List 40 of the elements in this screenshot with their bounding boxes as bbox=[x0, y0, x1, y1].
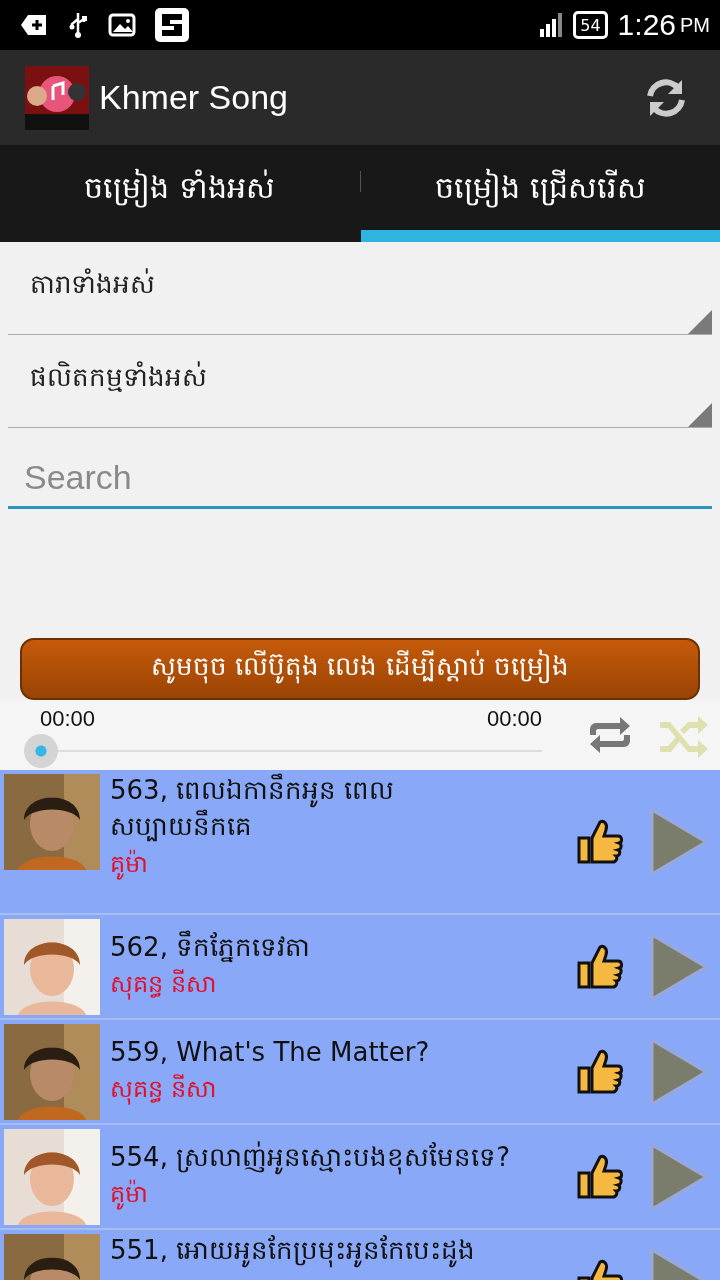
dropdown[interactable]: តារាទាំងអស់ bbox=[8, 242, 712, 335]
clock-time: 1:26 bbox=[617, 8, 676, 42]
play-icon[interactable] bbox=[648, 931, 710, 1002]
battery-level: 54 bbox=[580, 15, 601, 35]
image-icon bbox=[108, 11, 136, 39]
song-row[interactable]: 554, ស្រលាញ់អូនស្មោះបងខុសមែនទេ? គូម៉ា bbox=[0, 1125, 720, 1230]
song-title: 563, ពេលឯកានឹកអូន ពេលសប្បាយនឹកគេ bbox=[110, 772, 396, 844]
song-row[interactable]: 551, អោយអូនកែប្រមុះអូនកែបេះដូង bbox=[0, 1230, 720, 1280]
thumbs-up-icon[interactable] bbox=[576, 1047, 624, 1096]
dropdown-corner-icon bbox=[688, 403, 712, 427]
thumbs-up-icon[interactable] bbox=[576, 942, 624, 991]
play-icon[interactable] bbox=[648, 1141, 710, 1212]
play-hint-button[interactable]: សូមចុច លើប៊ូតុង លេង ដើម្បីស្តាប់ ចម្រៀង bbox=[20, 638, 700, 700]
thumbs-up-icon[interactable] bbox=[576, 817, 624, 866]
app-notification-icon bbox=[154, 7, 190, 43]
play-icon[interactable] bbox=[648, 1036, 710, 1107]
seek-thumb[interactable] bbox=[24, 734, 58, 768]
song-row[interactable]: 563, ពេលឯកានឹកអូន ពេលសប្បាយនឹកគេ គូម៉ា bbox=[0, 770, 720, 915]
artist-name: សុគន្ធ នីសា bbox=[110, 1074, 218, 1107]
signal-icon bbox=[539, 11, 564, 39]
app-title: Khmer Song bbox=[99, 78, 289, 117]
clock-meridiem: PM bbox=[680, 13, 710, 37]
elapsed-time: 00:00 bbox=[40, 706, 96, 732]
search-field[interactable]: Search bbox=[8, 448, 712, 509]
total-time: 00:00 bbox=[486, 706, 542, 732]
song-title: 559, What's The Matter? bbox=[110, 1035, 431, 1069]
dropdown-corner-icon bbox=[688, 310, 712, 334]
artist-name: គូម៉ា bbox=[110, 1179, 149, 1212]
song-row[interactable]: 562, ទឹកភ្នែកទេវតា សុគន្ធ នីសា bbox=[0, 915, 720, 1020]
thumbs-up-icon[interactable] bbox=[576, 1152, 624, 1201]
tab[interactable]: ចម្រៀង ជ្រើសរើស bbox=[360, 145, 720, 242]
artist-name: សុគន្ធ នីសា bbox=[110, 969, 218, 1002]
tab[interactable]: ចម្រៀង ទាំងអស់ bbox=[0, 145, 360, 242]
song-row[interactable]: 559, What's The Matter? សុគន្ធ នីសា bbox=[0, 1020, 720, 1125]
song-title: 554, ស្រលាញ់អូនស្មោះបងខុសមែនទេ? bbox=[110, 1138, 566, 1176]
artist-name: គូម៉ា bbox=[110, 848, 149, 882]
play-icon[interactable] bbox=[648, 806, 710, 877]
song-title: 551, អោយអូនកែប្រមុះអូនកែបេះដូង bbox=[110, 1232, 566, 1269]
dropdown[interactable]: ផលិតកម្មទាំងអស់ bbox=[8, 335, 712, 428]
song-title: 562, ទឹកភ្នែកទេវតា bbox=[110, 929, 312, 965]
